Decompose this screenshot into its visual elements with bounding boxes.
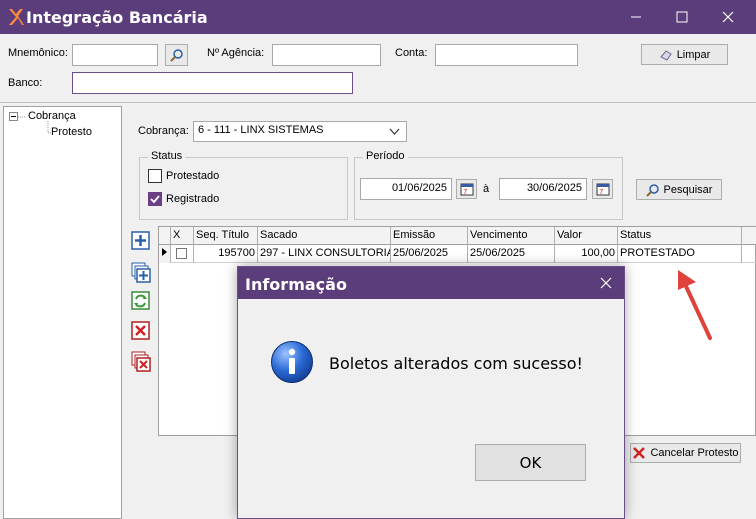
maximize-button[interactable] [659, 0, 705, 34]
eraser-icon [659, 49, 672, 61]
ok-button[interactable]: OK [475, 444, 586, 481]
info-icon [271, 341, 313, 383]
close-icon [600, 277, 612, 289]
cobranca-label: Cobrança: [138, 125, 189, 137]
add-button[interactable] [131, 231, 151, 251]
periodo-end-input[interactable]: 30/06/2025 [499, 178, 587, 200]
delete-button[interactable] [131, 321, 151, 341]
pesquisar-button[interactable]: Pesquisar [636, 179, 722, 200]
col-x[interactable]: X [171, 227, 194, 245]
calendar-start-button[interactable]: 7 [456, 179, 477, 199]
cobranca-select[interactable]: 6 - 111 - LINX SISTEMAS [193, 121, 407, 142]
limpar-button[interactable]: Limpar [641, 44, 728, 65]
calendar-icon: 7 [460, 183, 473, 196]
registrado-label: Registrado [166, 193, 220, 205]
svg-text:7: 7 [463, 188, 467, 196]
protestado-label: Protestado [166, 170, 220, 182]
minimize-button[interactable] [613, 0, 659, 34]
col-status[interactable]: Status [618, 227, 742, 245]
tree-item-cobranca[interactable]: Cobrança [28, 110, 76, 122]
cell-status: PROTESTADO [618, 245, 742, 263]
periodo-group-title: Período [363, 150, 408, 162]
information-dialog: Informação Boletos alterados com sucesso… [237, 266, 625, 519]
refresh-button[interactable] [131, 291, 151, 311]
row-checkbox[interactable] [176, 248, 187, 259]
delete-multiple-icon [131, 351, 151, 372]
calendar-icon: 7 [596, 183, 609, 196]
add-multiple-button[interactable] [131, 262, 151, 283]
separator [0, 102, 756, 103]
search-icon [169, 49, 183, 62]
refresh-icon [131, 291, 150, 310]
search-icon [645, 183, 659, 197]
mnemonico-input[interactable] [72, 44, 158, 66]
protestado-checkbox[interactable] [148, 169, 162, 183]
agencia-input[interactable] [272, 44, 381, 66]
col-seq-titulo[interactable]: Seq. Título [194, 227, 258, 245]
dialog-title: Informação [245, 275, 347, 294]
window-title: Integração Bancária [26, 8, 208, 27]
status-group: Status Protestado Registrado [139, 150, 348, 220]
periodo-group: Período 01/06/2025 7 à 30/06/2025 7 [354, 150, 623, 220]
check-icon [150, 195, 160, 204]
add-icon [131, 231, 150, 250]
cancelar-protesto-button[interactable]: Cancelar Protesto [630, 443, 741, 463]
conta-label: Conta: [395, 47, 428, 59]
search-mnemonico-button[interactable] [165, 44, 188, 66]
cell-valor: 100,00 [555, 245, 618, 263]
tree-item-protesto[interactable]: Protesto [51, 126, 92, 138]
cobranca-value: 6 - 111 - LINX SISTEMAS [198, 124, 324, 136]
cell-sacado: 297 - LINX CONSULTORIA [258, 245, 391, 263]
banco-input[interactable] [72, 72, 353, 94]
cell-emissao: 25/06/2025 [391, 245, 468, 263]
app-logo-icon [6, 7, 24, 30]
dialog-message: Boletos alterados com sucesso! [329, 354, 583, 373]
arrow-annotation-icon [678, 270, 712, 340]
limpar-label: Limpar [676, 48, 711, 61]
delete-multiple-button[interactable] [131, 351, 151, 372]
dialog-close-button[interactable] [600, 277, 612, 289]
svg-text:7: 7 [599, 188, 603, 196]
navigation-tree: Cobrança Protesto [3, 106, 122, 519]
col-vencimento[interactable]: Vencimento [468, 227, 555, 245]
cell-vencimento: 25/06/2025 [468, 245, 555, 263]
close-icon [722, 11, 734, 23]
col-emissao[interactable]: Emissão [391, 227, 468, 245]
col-valor[interactable]: Valor [555, 227, 618, 245]
agencia-label: Nº Agência: [207, 47, 265, 59]
add-multiple-icon [131, 262, 151, 283]
cancelar-protesto-label: Cancelar Protesto [650, 447, 739, 459]
pesquisar-label: Pesquisar [663, 183, 713, 196]
banco-label: Banco: [8, 77, 43, 89]
periodo-start-input[interactable]: 01/06/2025 [360, 178, 452, 200]
mnemonico-label: Mnemônico: [8, 47, 68, 59]
close-button[interactable] [705, 0, 751, 34]
delete-icon [131, 321, 150, 340]
dialog-title-bar: Informação [238, 267, 624, 299]
chevron-down-icon [389, 128, 400, 135]
periodo-sep: à [483, 183, 490, 195]
registrado-checkbox[interactable] [148, 192, 162, 206]
row-indicator [159, 245, 171, 263]
calendar-end-button[interactable]: 7 [592, 179, 613, 199]
table-row[interactable]: 195700 297 - LINX CONSULTORIA 25/06/2025… [159, 245, 756, 263]
cell-seq: 195700 [194, 245, 258, 263]
col-sacado[interactable]: Sacado [258, 227, 391, 245]
conta-input[interactable] [435, 44, 578, 66]
status-group-title: Status [148, 150, 186, 162]
grid-header: X Seq. Título Sacado Emissão Vencimento … [159, 227, 756, 245]
title-bar: Integração Bancária [0, 0, 756, 34]
cancel-icon [633, 447, 646, 459]
